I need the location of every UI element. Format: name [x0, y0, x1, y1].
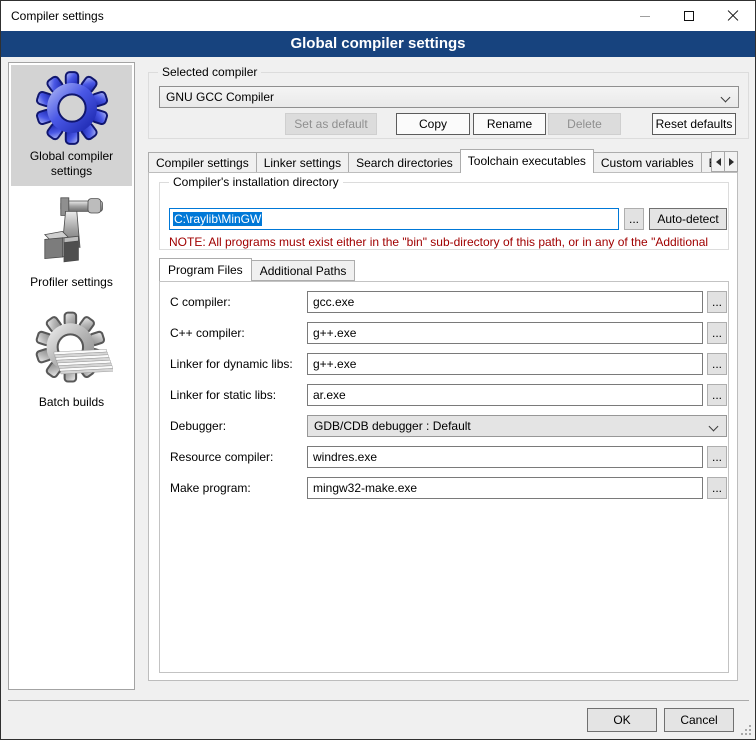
settings-category-sidebar: Global compiler settings: [8, 62, 135, 690]
field-label: Make program:: [170, 477, 251, 499]
sidebar-item-label: Global compiler settings: [11, 147, 132, 179]
field-label: C++ compiler:: [170, 322, 245, 344]
field-label: Linker for static libs:: [170, 384, 276, 406]
form-row-dynamic-linker: Linker for dynamic libs: ...: [160, 353, 728, 375]
group-label: Selected compiler: [158, 65, 261, 80]
sidebar-item-label: Batch builds: [35, 393, 108, 410]
form-row-cpp-compiler: C++ compiler: ...: [160, 322, 728, 344]
sidebar-item-global-compiler-settings[interactable]: Global compiler settings: [11, 65, 132, 186]
tab-scroll-left-button[interactable]: [711, 151, 725, 172]
note-text: NOTE: All programs must exist either in …: [169, 235, 726, 249]
dynamic-linker-input[interactable]: [307, 353, 703, 375]
make-program-input[interactable]: [307, 477, 703, 499]
resize-grip[interactable]: [749, 733, 751, 735]
tab-scroll-right-button[interactable]: [724, 151, 738, 172]
compiler-select-value: GNU GCC Compiler: [166, 90, 274, 104]
compiler-select[interactable]: GNU GCC Compiler: [159, 86, 739, 108]
arrow-right-icon: [729, 158, 734, 166]
close-button[interactable]: [711, 1, 755, 31]
tab-program-files[interactable]: Program Files: [159, 258, 252, 281]
static-linker-input[interactable]: [307, 384, 703, 406]
program-files-panel: C compiler: ... C++ compiler: ... Linker…: [159, 281, 729, 673]
tab-search-directories[interactable]: Search directories: [349, 152, 461, 173]
reset-defaults-button[interactable]: Reset defaults: [652, 113, 736, 135]
tab-custom-variables[interactable]: Custom variables: [594, 152, 702, 173]
chevron-down-icon: [721, 93, 731, 103]
minimize-icon: [640, 16, 650, 17]
settings-tabstrip: Compiler settings Linker settings Search…: [148, 149, 749, 173]
footer-divider: [8, 700, 749, 701]
compiler-settings-dialog: Compiler settings Global compiler settin…: [1, 1, 755, 739]
tab-toolchain-executables[interactable]: Toolchain executables: [460, 149, 594, 173]
group-label: Compiler's installation directory: [169, 175, 343, 190]
arrow-left-icon: [716, 158, 721, 166]
selected-compiler-group: Selected compiler GNU GCC Compiler Set a…: [148, 72, 749, 139]
window-title: Compiler settings: [11, 1, 104, 31]
form-row-resource-compiler: Resource compiler: ...: [160, 446, 728, 468]
caliper-icon: [32, 193, 112, 273]
gray-gear-stack-icon: [31, 311, 113, 393]
selected-text: C:\raylib\MinGW: [173, 212, 262, 226]
form-row-make-program: Make program: ...: [160, 477, 728, 499]
copy-button[interactable]: Copy: [396, 113, 470, 135]
cancel-button[interactable]: Cancel: [664, 708, 734, 732]
delete-button[interactable]: Delete: [548, 113, 621, 135]
ok-button[interactable]: OK: [587, 708, 657, 732]
field-label: Linker for dynamic libs:: [170, 353, 293, 375]
browse-button[interactable]: ...: [707, 446, 727, 468]
browse-button[interactable]: ...: [707, 384, 727, 406]
field-label: C compiler:: [170, 291, 231, 313]
c-compiler-input[interactable]: [307, 291, 703, 313]
maximize-button[interactable]: [667, 1, 711, 31]
browse-button[interactable]: ...: [707, 322, 727, 344]
sidebar-item-profiler-settings[interactable]: Profiler settings: [9, 193, 134, 290]
browse-button[interactable]: ...: [707, 353, 727, 375]
titlebar[interactable]: Compiler settings: [1, 1, 755, 31]
set-as-default-button[interactable]: Set as default: [285, 113, 377, 135]
form-row-static-linker: Linker for static libs: ...: [160, 384, 728, 406]
debugger-select[interactable]: GDB/CDB debugger : Default: [307, 415, 727, 437]
sidebar-item-label: Profiler settings: [26, 273, 117, 290]
blue-gear-icon: [33, 69, 111, 147]
field-label: Resource compiler:: [170, 446, 273, 468]
form-row-debugger: Debugger: GDB/CDB debugger : Default: [160, 415, 728, 437]
tab-linker-settings[interactable]: Linker settings: [257, 152, 349, 173]
resource-compiler-input[interactable]: [307, 446, 703, 468]
tab-compiler-settings[interactable]: Compiler settings: [148, 152, 257, 173]
minimize-button[interactable]: [623, 1, 667, 31]
browse-button[interactable]: ...: [707, 477, 727, 499]
tab-scroll-arrows: [712, 151, 738, 172]
installation-directory-group: Compiler's installation directory C:\ray…: [159, 182, 729, 250]
rename-button[interactable]: Rename: [473, 113, 546, 135]
browse-button[interactable]: ...: [707, 291, 727, 313]
window-controls: [623, 1, 755, 31]
page-title: Global compiler settings: [1, 31, 755, 57]
installation-directory-input[interactable]: C:\raylib\MinGW: [169, 208, 619, 230]
chevron-down-icon: [709, 422, 719, 432]
debugger-select-value: GDB/CDB debugger : Default: [314, 419, 471, 433]
auto-detect-button[interactable]: Auto-detect: [649, 208, 727, 230]
tab-additional-paths[interactable]: Additional Paths: [252, 260, 356, 281]
maximize-icon: [684, 11, 694, 21]
sidebar-item-batch-builds[interactable]: Batch builds: [9, 311, 134, 410]
toolchain-executables-page: Compiler's installation directory C:\ray…: [148, 172, 738, 681]
field-label: Debugger:: [170, 415, 226, 437]
program-files-tabstrip: Program Files Additional Paths: [159, 258, 355, 281]
browse-directory-button[interactable]: ...: [624, 208, 644, 230]
form-row-c-compiler: C compiler: ...: [160, 291, 728, 313]
cpp-compiler-input[interactable]: [307, 322, 703, 344]
close-icon: [727, 10, 739, 22]
